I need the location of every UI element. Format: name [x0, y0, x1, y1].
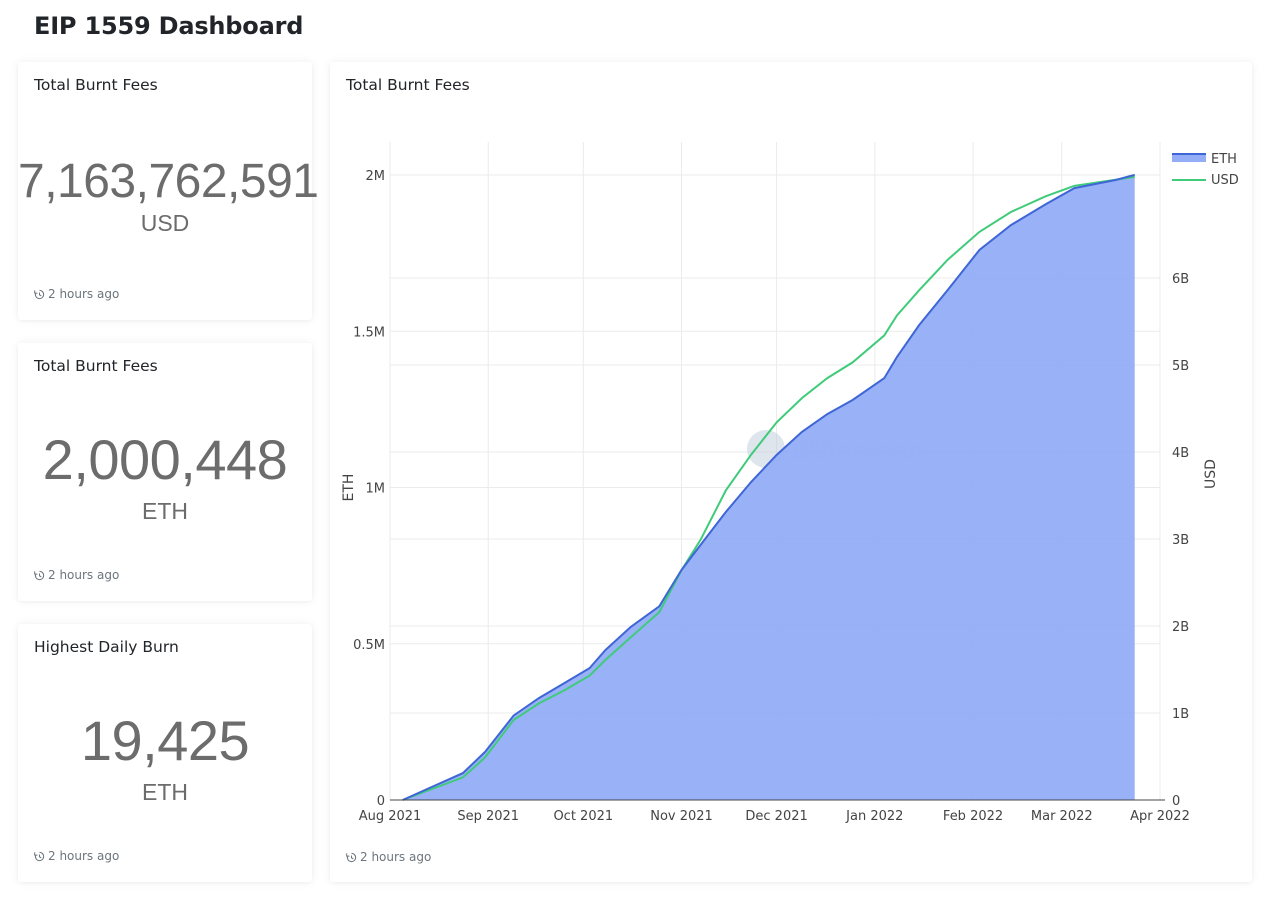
- card-title: Total Burnt Fees: [34, 76, 158, 94]
- stat-value: 7,163,762,591: [18, 155, 319, 208]
- y2-tick-label: 4B: [1172, 446, 1189, 461]
- x-tick-label: Nov 2021: [650, 809, 713, 824]
- y2-tick-label: 3B: [1172, 533, 1189, 548]
- y2-tick-label: 5B: [1172, 359, 1189, 374]
- y2-tick-label: 2B: [1172, 620, 1189, 635]
- x-tick-label: Mar 2022: [1031, 809, 1093, 824]
- y-tick-label: 2M: [366, 169, 386, 184]
- updated-text: 2 hours ago: [48, 568, 120, 582]
- x-tick-label: Aug 2021: [359, 809, 422, 824]
- y2-tick-label: 1B: [1172, 707, 1189, 722]
- stat-card-total-burnt-usd: Total Burnt Fees 7,163,762,591 USD 2 hou…: [18, 62, 319, 320]
- y-tick-label: 0.5M: [353, 638, 385, 653]
- updated-text: 2 hours ago: [48, 849, 120, 863]
- history-icon: [346, 852, 357, 862]
- last-updated: 2 hours ago: [34, 568, 119, 582]
- x-tick-label: Feb 2022: [943, 809, 1003, 824]
- updated-text: 2 hours ago: [360, 850, 432, 864]
- stat-card-highest-daily-burn: Highest Daily Burn 19,425 ETH 2 hours ag…: [18, 624, 312, 882]
- card-title: Total Burnt Fees: [34, 357, 158, 375]
- page-title: EIP 1559 Dashboard: [34, 12, 304, 40]
- y2-tick-label: 6B: [1172, 272, 1189, 287]
- card-title: Highest Daily Burn: [34, 638, 179, 656]
- stat-unit: ETH: [142, 779, 188, 805]
- last-updated: 2 hours ago: [346, 850, 431, 864]
- y2-tick-label: 0: [1172, 794, 1180, 809]
- updated-text: 2 hours ago: [48, 287, 120, 301]
- history-icon: [34, 570, 45, 580]
- y-tick-label: 1.5M: [353, 325, 385, 340]
- stat-unit: USD: [140, 210, 190, 236]
- stat-card-total-burnt-eth: Total Burnt Fees 2,000,448 ETH 2 hours a…: [18, 343, 312, 601]
- legend-eth-label: ETH: [1211, 152, 1237, 167]
- history-icon: [34, 851, 45, 861]
- x-tick-label: Apr 2022: [1130, 809, 1190, 824]
- stat-value: 2,000,448: [42, 428, 288, 491]
- x-tick-label: Jan 2022: [845, 809, 903, 824]
- last-updated: 2 hours ago: [34, 849, 119, 863]
- chart-card-total-burnt-fees: Total Burnt Fees Etherscan Aug 2021Sep 2…: [330, 62, 1252, 882]
- x-tick-label: Sep 2021: [457, 809, 519, 824]
- history-icon: [34, 289, 45, 299]
- legend[interactable]: ETH USD: [1172, 152, 1239, 188]
- y-tick-label: 0: [377, 794, 385, 809]
- legend-eth-swatch: [1172, 154, 1206, 162]
- y-tick-label: 1M: [366, 482, 386, 497]
- y2-axis-title: USD: [1203, 459, 1219, 489]
- y-axis-title: ETH: [341, 474, 357, 502]
- x-tick-label: Oct 2021: [553, 809, 613, 824]
- stat-value: 19,425: [80, 709, 250, 772]
- x-tick-label: Dec 2021: [745, 809, 807, 824]
- stat-unit: ETH: [142, 498, 188, 524]
- burnt-fees-chart[interactable]: Etherscan Aug 2021Sep 2021Oct 2021Nov 20…: [330, 62, 1252, 882]
- last-updated: 2 hours ago: [34, 287, 119, 301]
- legend-usd-label: USD: [1211, 173, 1239, 188]
